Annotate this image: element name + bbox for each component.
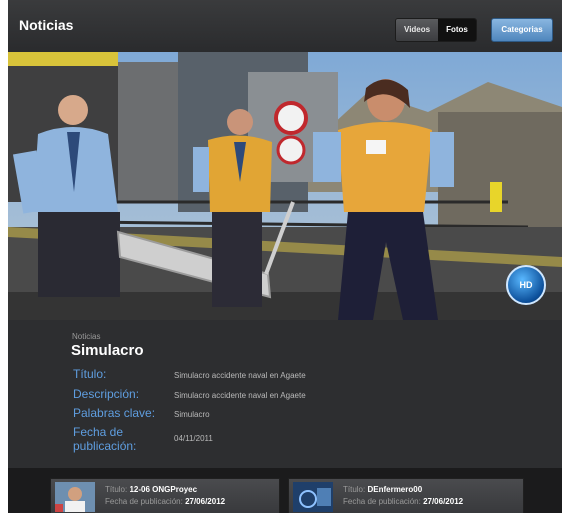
related-date: 27/06/2012 <box>423 497 464 506</box>
field-label-keywords: Palabras clave: <box>73 406 156 420</box>
related-thumbnail <box>293 482 333 512</box>
related-card[interactable]: Título: DEnfermero00 Fecha de publicació… <box>288 478 524 513</box>
article-headline: Simulacro <box>71 342 144 359</box>
related-title-line: Título: 12-06 ONGProyec <box>105 485 197 494</box>
related-date: 27/06/2012 <box>185 497 226 506</box>
related-title-label: Título: <box>343 485 366 494</box>
header-bar: Noticias Videos Fotos Categorias <box>8 0 562 53</box>
related-title: 12-06 ONGProyec <box>129 485 198 494</box>
page-title: Noticias <box>19 17 74 33</box>
field-value-description: Simulacro accidente naval en Agaete <box>174 391 306 400</box>
related-date-label: Fecha de publicación: <box>343 497 421 506</box>
field-value-date: 04/11/2011 <box>174 434 213 443</box>
hd-badge-label: HD <box>519 280 533 290</box>
video-frame <box>8 52 562 320</box>
tab-videos[interactable]: Videos <box>396 19 439 41</box>
field-value-keywords: Simulacro <box>174 410 210 419</box>
related-thumbnail <box>55 482 95 512</box>
related-date-line: Fecha de publicación: 27/06/2012 <box>343 497 463 506</box>
app-window: Noticias Videos Fotos Categorias HD Noti… <box>8 0 562 513</box>
field-label-title: Título: <box>73 367 107 381</box>
related-card[interactable]: Título: 12-06 ONGProyec Fecha de publica… <box>50 478 280 513</box>
related-title: DEnfermero00 <box>367 485 423 494</box>
article-info-panel: Noticias Simulacro Título: Simulacro acc… <box>8 320 562 468</box>
media-type-toggle: Videos Fotos <box>395 18 477 42</box>
related-date-line: Fecha de publicación: 27/06/2012 <box>105 497 225 506</box>
hd-icon[interactable]: HD <box>506 265 546 305</box>
categories-button[interactable]: Categorias <box>491 18 553 42</box>
field-label-date: Fecha de publicación: <box>73 425 137 453</box>
field-value-title: Simulacro accidente naval en Agaete <box>174 371 306 380</box>
article-category: Noticias <box>72 332 101 341</box>
related-date-label: Fecha de publicación: <box>105 497 183 506</box>
related-title-label: Título: <box>105 485 128 494</box>
tab-fotos[interactable]: Fotos <box>438 19 476 41</box>
field-label-description: Descripción: <box>73 387 140 401</box>
related-title-line: Título: DEnfermero00 <box>343 485 422 494</box>
video-player[interactable]: HD <box>8 52 562 320</box>
related-strip: Título: 12-06 ONGProyec Fecha de publica… <box>8 468 562 513</box>
